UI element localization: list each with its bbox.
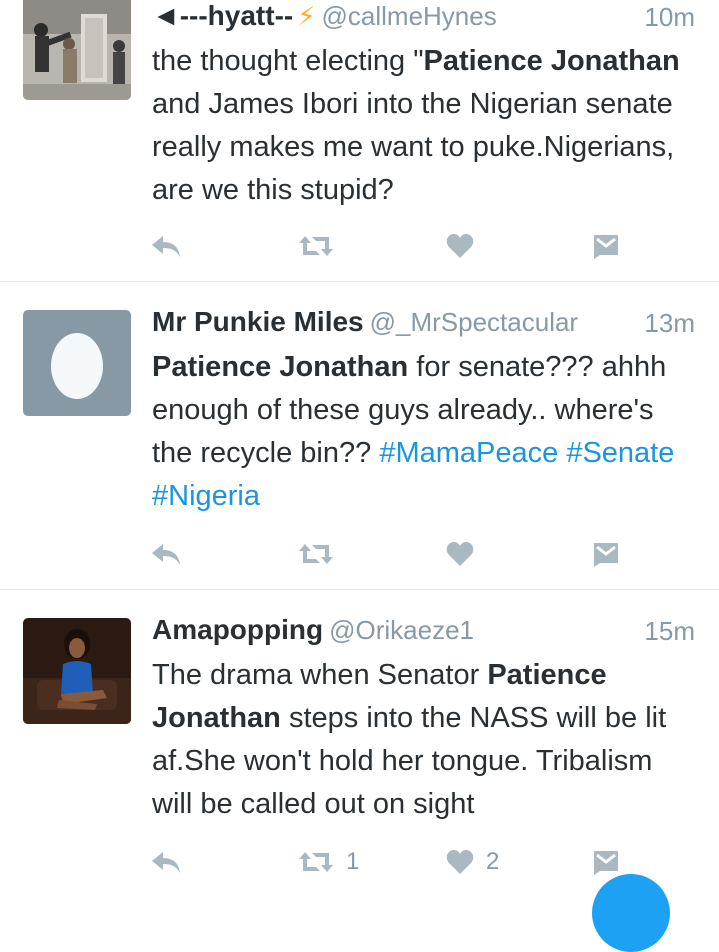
tweet[interactable]: Mr Punkie Miles @_MrSpectacular 13m Patie… [0, 282, 719, 590]
retweet-icon [299, 236, 333, 256]
retweet-button[interactable] [298, 226, 346, 266]
tweet-actions [150, 226, 640, 266]
retweet-button[interactable]: 1 [298, 842, 359, 882]
tweet-text: the thought electing "Patience Jonathan … [152, 40, 699, 212]
text-segment: The drama when Senator [152, 659, 488, 691]
direct-message-icon [594, 851, 618, 875]
direct-message-icon [594, 543, 618, 567]
reply-button[interactable] [150, 226, 182, 266]
reply-button[interactable] [150, 842, 182, 882]
like-button[interactable] [446, 226, 486, 266]
tweet-header: Amapopping @Orikaeze1 15m [152, 614, 695, 650]
timestamp[interactable]: 13m [644, 308, 695, 339]
hashtag-link[interactable]: #Nigeria [152, 480, 260, 512]
text-bold: Patience Jonathan [152, 351, 409, 383]
tweet-text: Patience Jonathan for senate??? ahhh eno… [152, 346, 699, 518]
username[interactable]: @Orikaeze1 [329, 615, 474, 645]
username[interactable]: @_MrSpectacular [370, 307, 578, 337]
text-segment: and James Ibori into the Nigerian senate… [152, 88, 675, 206]
text-bold: Patience Jonathan [423, 45, 680, 77]
reply-icon [152, 852, 180, 873]
avatar[interactable] [23, 618, 131, 724]
like-count: 2 [486, 848, 500, 875]
tweet-header: ◄---hyatt-- ⚡ @callmeHynes 10m [152, 0, 695, 36]
reply-button[interactable] [150, 534, 182, 574]
hashtag-link[interactable]: #Senate [566, 437, 674, 469]
like-button[interactable] [446, 534, 486, 574]
display-name[interactable]: Mr Punkie Miles [152, 306, 364, 337]
retweet-icon [299, 544, 333, 564]
direct-message-icon [594, 235, 618, 259]
username[interactable]: @callmeHynes [322, 1, 497, 31]
retweet-button[interactable] [298, 534, 346, 574]
tweet-actions: 1 2 [150, 842, 640, 882]
direct-message-button[interactable] [592, 226, 620, 266]
tweet[interactable]: Amapopping @Orikaeze1 15m The drama when … [0, 590, 719, 886]
timestamp[interactable]: 15m [644, 616, 695, 647]
display-name[interactable]: Amapopping [152, 614, 323, 645]
like-button[interactable]: 2 [446, 842, 499, 882]
text-segment: the thought electing " [152, 45, 424, 77]
reply-icon [152, 544, 180, 565]
direct-message-button[interactable] [592, 534, 620, 574]
display-name[interactable]: ◄---hyatt-- [152, 0, 293, 31]
reply-icon [152, 236, 180, 257]
tweet-header: Mr Punkie Miles @_MrSpectacular 13m [152, 306, 695, 342]
avatar[interactable] [23, 0, 131, 100]
tweet[interactable]: ◄---hyatt-- ⚡ @callmeHynes 10m the thought… [0, 0, 719, 282]
avatar[interactable] [23, 310, 131, 416]
retweet-icon [299, 852, 333, 872]
heart-icon [446, 850, 474, 874]
timestamp[interactable]: 10m [644, 2, 695, 33]
lightning-icon: ⚡ [297, 1, 316, 31]
retweet-count: 1 [346, 848, 360, 875]
hashtag-link[interactable]: #MamaPeace [379, 437, 558, 469]
heart-icon [446, 542, 474, 566]
tweet-actions [150, 534, 640, 574]
heart-icon [446, 234, 474, 258]
tweet-text: The drama when Senator Patience Jonathan… [152, 654, 699, 826]
